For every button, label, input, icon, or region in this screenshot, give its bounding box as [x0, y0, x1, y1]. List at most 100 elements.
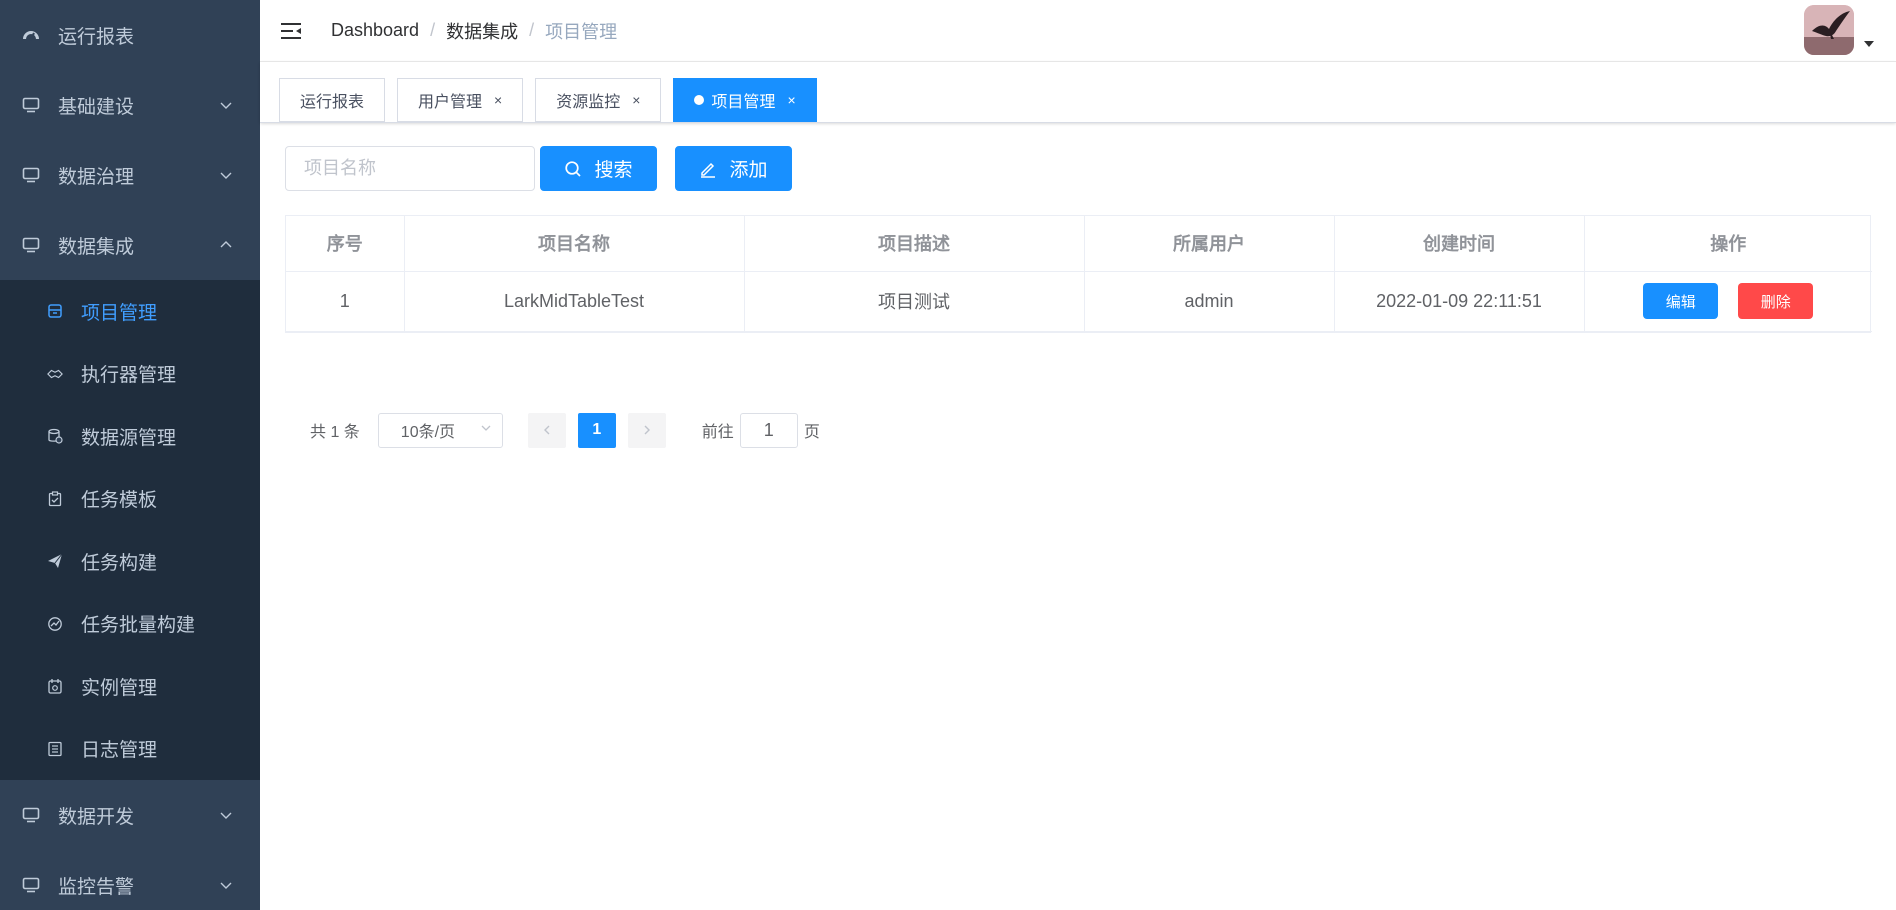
close-icon[interactable]: ×	[632, 92, 640, 108]
sidebar-item-data-development[interactable]: 数据开发	[0, 780, 260, 850]
sidebar-item-data-governance[interactable]: 数据治理	[0, 140, 260, 210]
page-size-select[interactable]: 10条/页	[377, 412, 503, 448]
cell-description: 项目测试	[744, 271, 1085, 332]
tag-label: 运行报表	[300, 94, 365, 111]
chevron-down-icon	[218, 167, 234, 183]
sidebar-item-label: 监控告警	[58, 876, 135, 898]
column-header-actions: 操作	[1584, 216, 1872, 272]
close-icon[interactable]: ×	[494, 92, 502, 108]
sidebar-item-label: 运行报表	[58, 26, 135, 48]
app-root: 运行报表 基础建设 数据治理 数据集成 项目管理 执行器管理 数据源管理 任务模…	[0, 0, 1896, 910]
submenu-data-integration: 项目管理 执行器管理 数据源管理 任务模板 任务构建 任务批量构建 实例管理 日…	[0, 280, 260, 780]
sidebar-item-project-management[interactable]: 项目管理	[0, 280, 260, 343]
breadcrumb: Dashboard / 数据集成 / 项目管理	[331, 18, 617, 44]
tag-label: 项目管理	[711, 94, 776, 111]
hamburger-icon[interactable]	[279, 19, 303, 43]
breadcrumb-current: 项目管理	[545, 21, 618, 42]
page-size-value: 10条/页	[400, 424, 456, 441]
main-area: Dashboard / 数据集成 / 项目管理 运行报表 用户管理 × 资源监控…	[260, 0, 1896, 910]
breadcrumb-data-integration[interactable]: 数据集成	[446, 18, 518, 44]
sidebar-item-datasource-management[interactable]: 数据源管理	[0, 405, 260, 468]
log-icon	[47, 741, 63, 757]
sidebar: 运行报表 基础建设 数据治理 数据集成 项目管理 执行器管理 数据源管理 任务模…	[0, 0, 260, 910]
edit-icon	[699, 160, 717, 178]
sidebar-item-label: 数据开发	[58, 806, 135, 828]
sidebar-item-instance-management[interactable]: 实例管理	[0, 655, 260, 718]
column-header-user: 所属用户	[1084, 216, 1335, 272]
goto-page-input[interactable]	[739, 412, 798, 448]
sidebar-item-label: 项目管理	[81, 302, 158, 324]
caret-down-icon[interactable]	[1864, 41, 1874, 47]
goto-label: 前往	[701, 424, 734, 441]
chevron-right-icon	[644, 425, 650, 435]
tag-user-management[interactable]: 用户管理 ×	[397, 78, 524, 122]
prev-page-button[interactable]	[527, 412, 566, 448]
project-name-input[interactable]	[285, 146, 535, 191]
sidebar-item-label: 数据集成	[58, 236, 135, 258]
cell-index: 1	[286, 271, 405, 332]
tag-run-report[interactable]: 运行报表	[279, 78, 386, 122]
search-icon	[564, 160, 582, 178]
batch-icon	[47, 616, 63, 632]
executor-icon	[47, 366, 63, 382]
add-button[interactable]: 添加	[675, 146, 792, 191]
project-icon	[47, 303, 63, 319]
close-icon[interactable]: ×	[787, 92, 795, 108]
sidebar-item-run-report[interactable]: 运行报表	[0, 0, 260, 70]
send-icon	[47, 553, 63, 569]
next-page-button[interactable]	[627, 412, 666, 448]
cell-created: 2022-01-09 22:11:51	[1334, 271, 1585, 332]
sidebar-item-label: 数据源管理	[81, 427, 177, 449]
chevron-up-icon	[218, 237, 234, 253]
cell-name: LarkMidTableTest	[404, 271, 745, 332]
search-button-label: 搜索	[594, 160, 633, 181]
sidebar-item-label: 数据治理	[58, 166, 135, 188]
column-header-name: 项目名称	[404, 216, 745, 272]
sidebar-item-label: 执行器管理	[81, 365, 177, 387]
tag-resource-monitor[interactable]: 资源监控 ×	[535, 78, 662, 122]
page-number-button[interactable]: 1	[577, 412, 616, 448]
chevron-down-icon	[218, 807, 234, 823]
page-suffix-label: 页	[803, 424, 820, 441]
breadcrumb-dashboard[interactable]: Dashboard	[331, 20, 419, 41]
cell-user: admin	[1084, 271, 1335, 332]
datasource-icon	[47, 428, 63, 444]
instance-icon	[47, 678, 63, 694]
project-table: 序号 项目名称 项目描述 所属用户 创建时间 操作 1 LarkMidTable…	[285, 215, 1872, 333]
breadcrumb-separator: /	[430, 20, 436, 40]
sidebar-item-data-integration[interactable]: 数据集成	[0, 210, 260, 280]
edit-button[interactable]: 编辑	[1643, 283, 1719, 319]
search-button[interactable]: 搜索	[540, 146, 657, 191]
sidebar-item-label: 任务构建	[81, 552, 158, 574]
sidebar-item-label: 实例管理	[81, 677, 158, 699]
delete-button[interactable]: 删除	[1738, 283, 1814, 319]
chevron-down-icon	[218, 97, 234, 113]
chevron-down-icon	[218, 877, 234, 893]
dashboard-icon	[22, 26, 40, 44]
monitor-icon	[22, 876, 40, 894]
cell-actions: 编辑 删除	[1584, 271, 1872, 332]
content: 搜索 添加	[260, 123, 1896, 448]
sidebar-item-infrastructure[interactable]: 基础建设	[0, 70, 260, 140]
table-header-row: 序号 项目名称 项目描述 所属用户 创建时间 操作	[286, 216, 1872, 272]
sidebar-item-label: 日志管理	[81, 740, 158, 762]
add-button-label: 添加	[729, 160, 768, 181]
monitor-icon	[22, 96, 40, 114]
user-menu[interactable]	[1804, 5, 1874, 55]
sidebar-item-task-build[interactable]: 任务构建	[0, 530, 260, 593]
sidebar-item-label: 任务批量构建	[81, 615, 196, 637]
filter-bar: 搜索 添加	[285, 146, 1871, 191]
sidebar-item-task-template[interactable]: 任务模板	[0, 468, 260, 531]
tag-project-management[interactable]: 项目管理 ×	[673, 78, 817, 122]
sidebar-item-executor-management[interactable]: 执行器管理	[0, 343, 260, 406]
active-dot-icon	[694, 95, 705, 105]
navbar: Dashboard / 数据集成 / 项目管理	[260, 0, 1896, 62]
column-header-index: 序号	[286, 216, 405, 272]
sidebar-item-monitoring-alerts[interactable]: 监控告警	[0, 850, 260, 910]
sidebar-item-log-management[interactable]: 日志管理	[0, 718, 260, 781]
pagination-jumper: 前往 页	[701, 412, 820, 448]
breadcrumb-separator: /	[529, 20, 535, 40]
sidebar-item-task-batch-build[interactable]: 任务批量构建	[0, 593, 260, 656]
avatar[interactable]	[1804, 5, 1854, 55]
tag-label: 用户管理	[418, 94, 483, 111]
